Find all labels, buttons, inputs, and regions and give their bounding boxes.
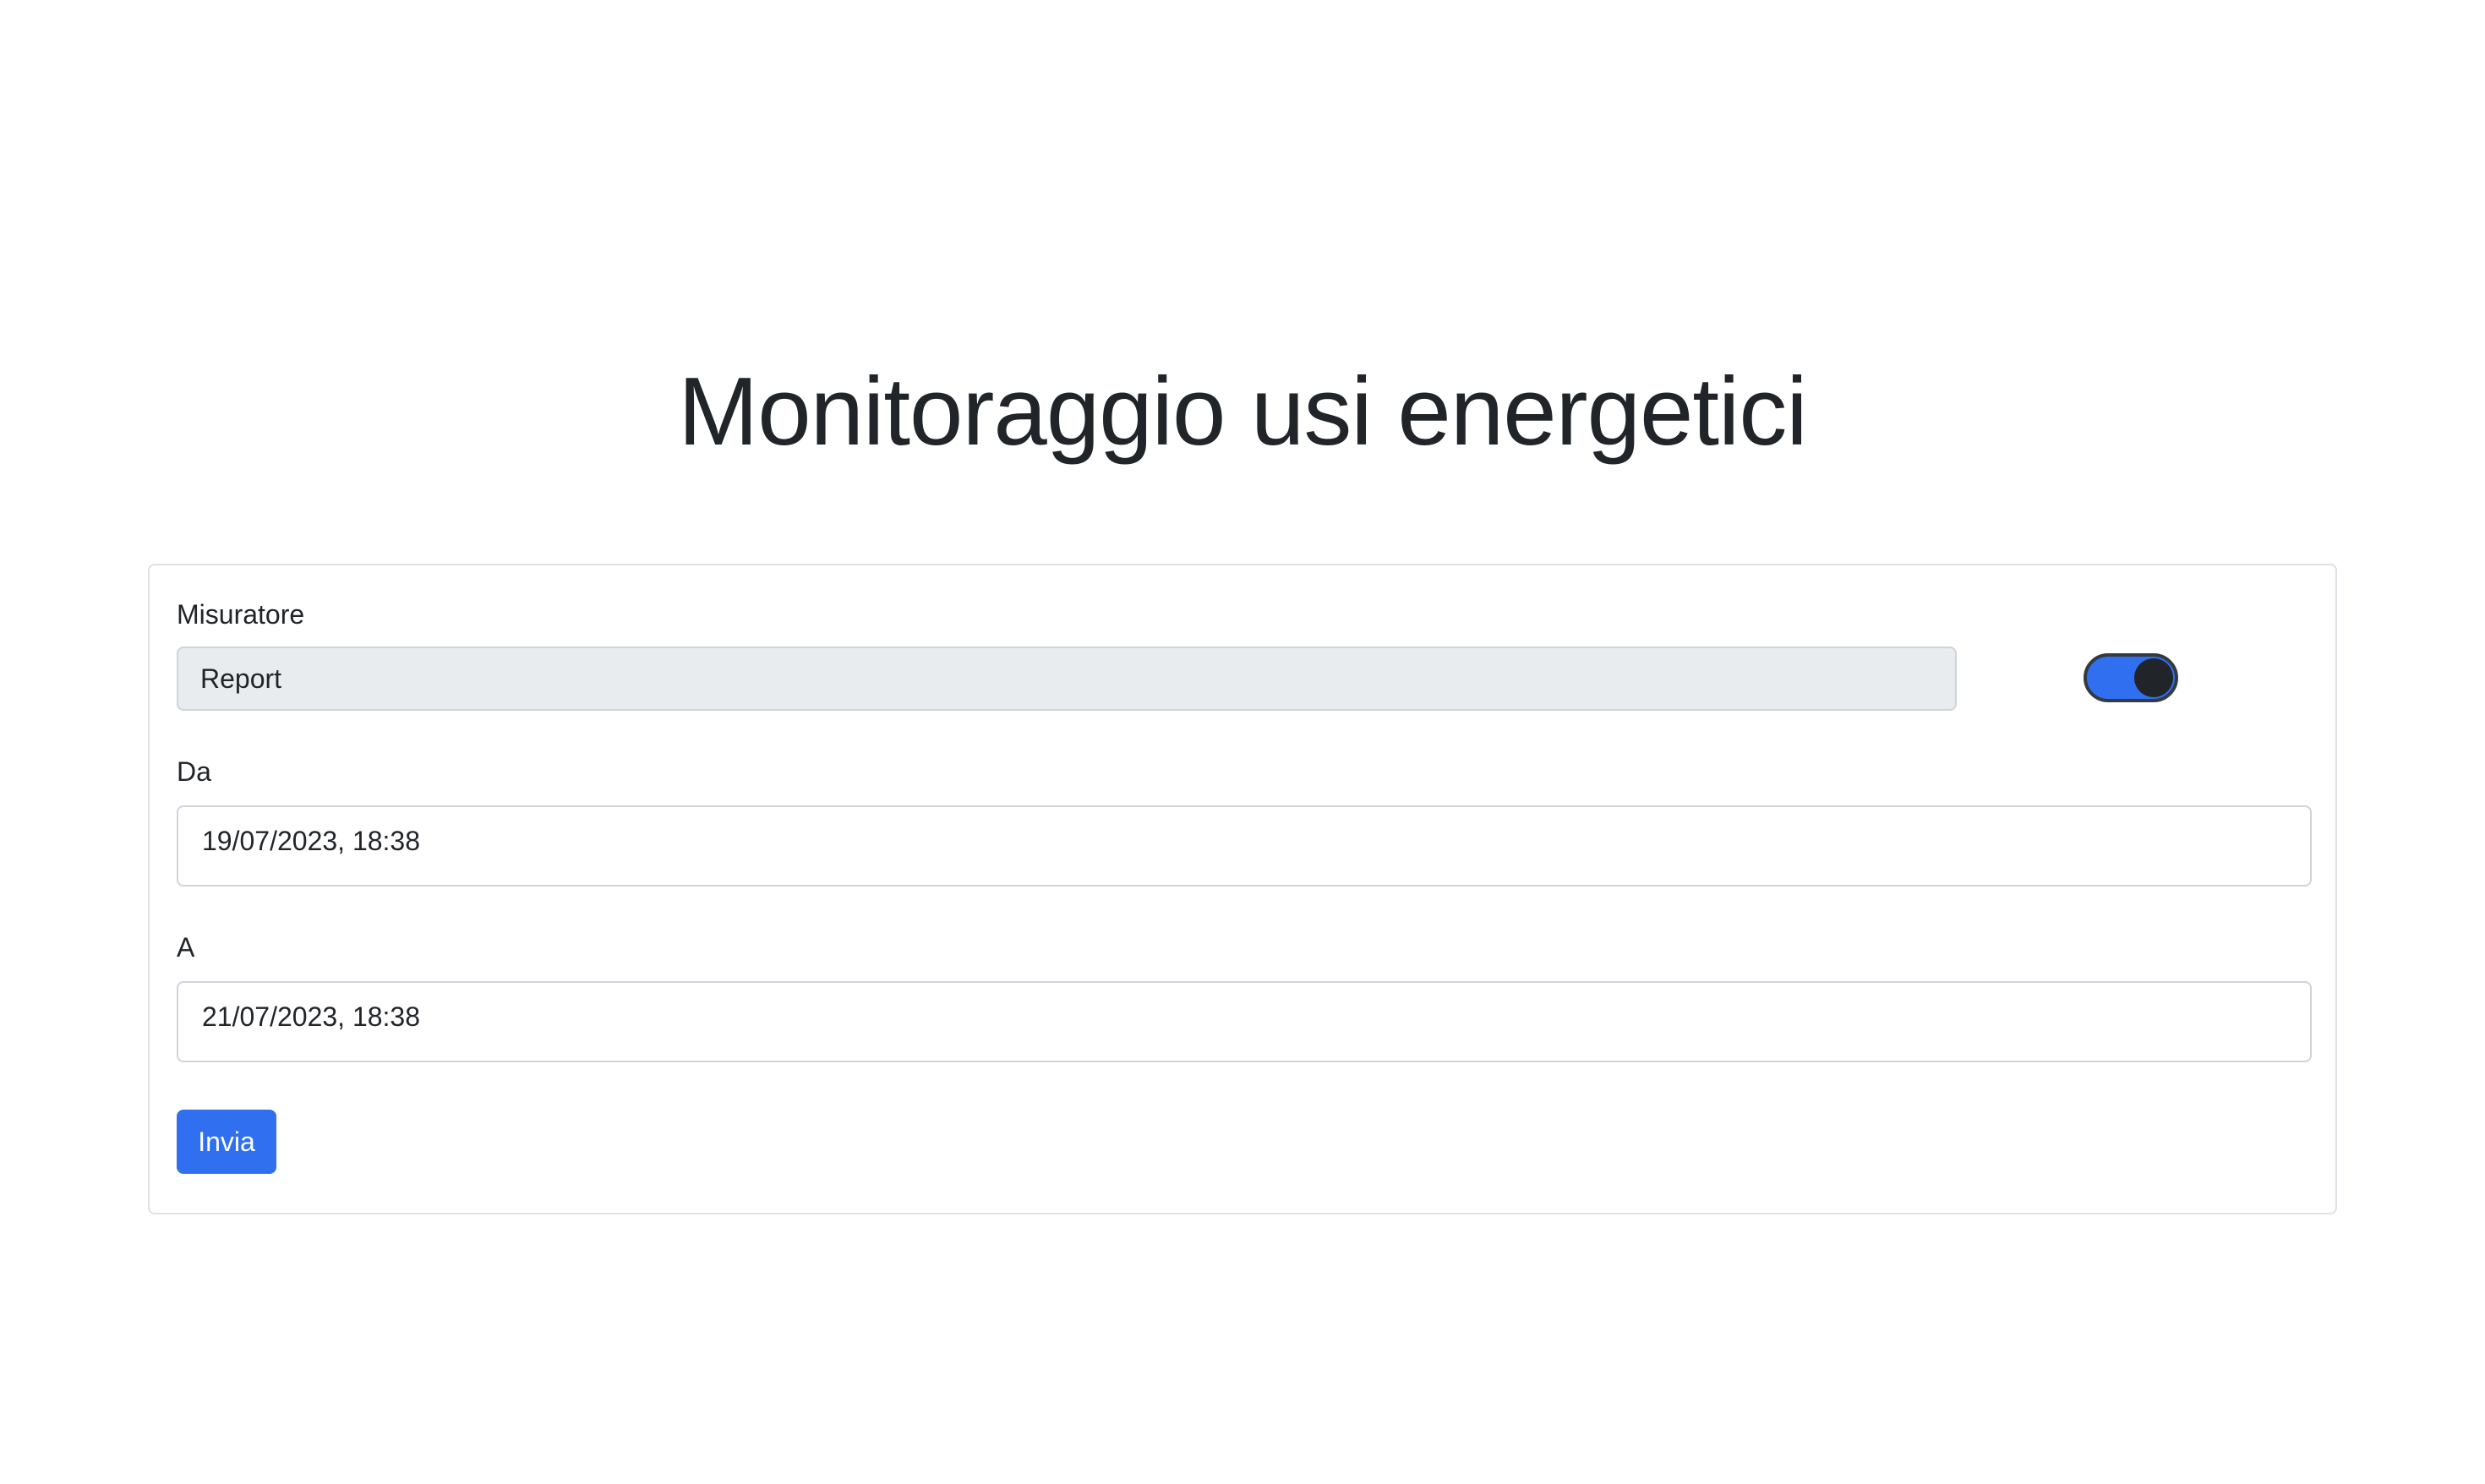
a-datetime-input[interactable]: 21/07/2023, 18:38 (177, 981, 2312, 1062)
a-label: A (177, 932, 195, 963)
form-card: Misuratore Report Da 19/07/2023, 18:38 A… (148, 564, 2337, 1214)
misuratore-label: Misuratore (177, 599, 305, 630)
toggle-switch[interactable] (2084, 653, 2178, 702)
invia-button[interactable]: Invia (177, 1110, 276, 1174)
misuratore-select[interactable]: Report (177, 647, 1957, 711)
page: Monitoraggio usi energetici Misuratore R… (0, 0, 2485, 1484)
da-datetime-input[interactable]: 19/07/2023, 18:38 (177, 805, 2312, 887)
page-title: Monitoraggio usi energetici (678, 358, 1807, 466)
da-label: Da (177, 756, 211, 787)
toggle-knob (2134, 658, 2173, 697)
